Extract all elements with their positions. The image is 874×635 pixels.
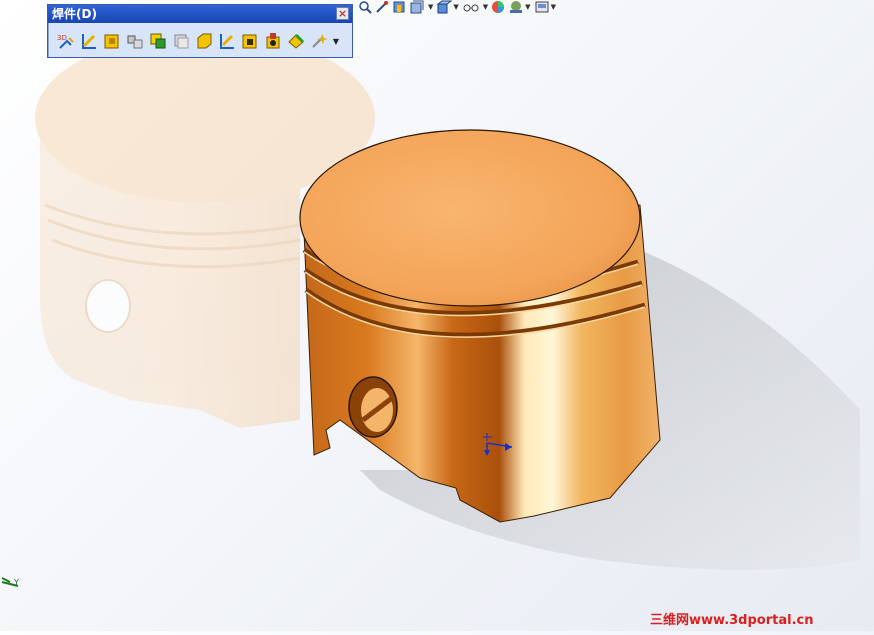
svg-text:3D: 3D [57, 34, 67, 42]
close-button[interactable]: × [336, 7, 349, 20]
section-view-icon[interactable]: ▼ [409, 0, 433, 14]
weldments-toolbar[interactable]: 焊件(D) × 3D ▼ [47, 4, 353, 58]
view-orient-icon[interactable] [392, 0, 406, 14]
gusset-icon[interactable] [102, 32, 121, 51]
piston-top [299, 129, 641, 307]
end-cap-icon[interactable] [125, 32, 144, 51]
display-style-icon[interactable]: ▼ [436, 0, 459, 14]
3d-sketch-icon[interactable]: 3D [56, 32, 75, 51]
scene-icon[interactable]: ▼ [508, 0, 531, 14]
axis-label: Y [14, 578, 19, 587]
toolbar-title: 焊件(D) [52, 7, 97, 21]
zoom-icon[interactable] [358, 0, 372, 14]
model-viewport[interactable] [0, 0, 874, 631]
extruded-boss-icon[interactable] [194, 32, 213, 51]
view-toolbar: ▼ ▼ ▼ ▼ ▼ [358, 0, 556, 14]
watermark-text: 三维网www.3dportal.cn [650, 613, 814, 628]
toolbar-titlebar[interactable]: 焊件(D) × [48, 5, 352, 23]
extruded-cut-icon[interactable] [240, 32, 259, 51]
fillet-bead-icon[interactable] [309, 32, 328, 51]
hide-show-icon[interactable]: ▼ [462, 0, 488, 14]
weld-bead-icon[interactable] [148, 32, 167, 51]
chevron-down-icon[interactable]: ▼ [332, 32, 340, 51]
structural-member-icon[interactable] [79, 32, 98, 51]
view-settings-icon[interactable]: ▼ [534, 0, 556, 14]
appearance-icon[interactable] [491, 0, 505, 14]
hole-wizard-icon[interactable] [263, 32, 282, 51]
model-graphics [1, 33, 860, 587]
cut-list-icon[interactable] [171, 32, 190, 51]
trim-extend-icon[interactable] [217, 32, 236, 51]
toolbar-tools: 3D ▼ [56, 29, 340, 53]
pan-icon[interactable] [375, 0, 389, 14]
chamfer-icon[interactable] [286, 32, 305, 51]
